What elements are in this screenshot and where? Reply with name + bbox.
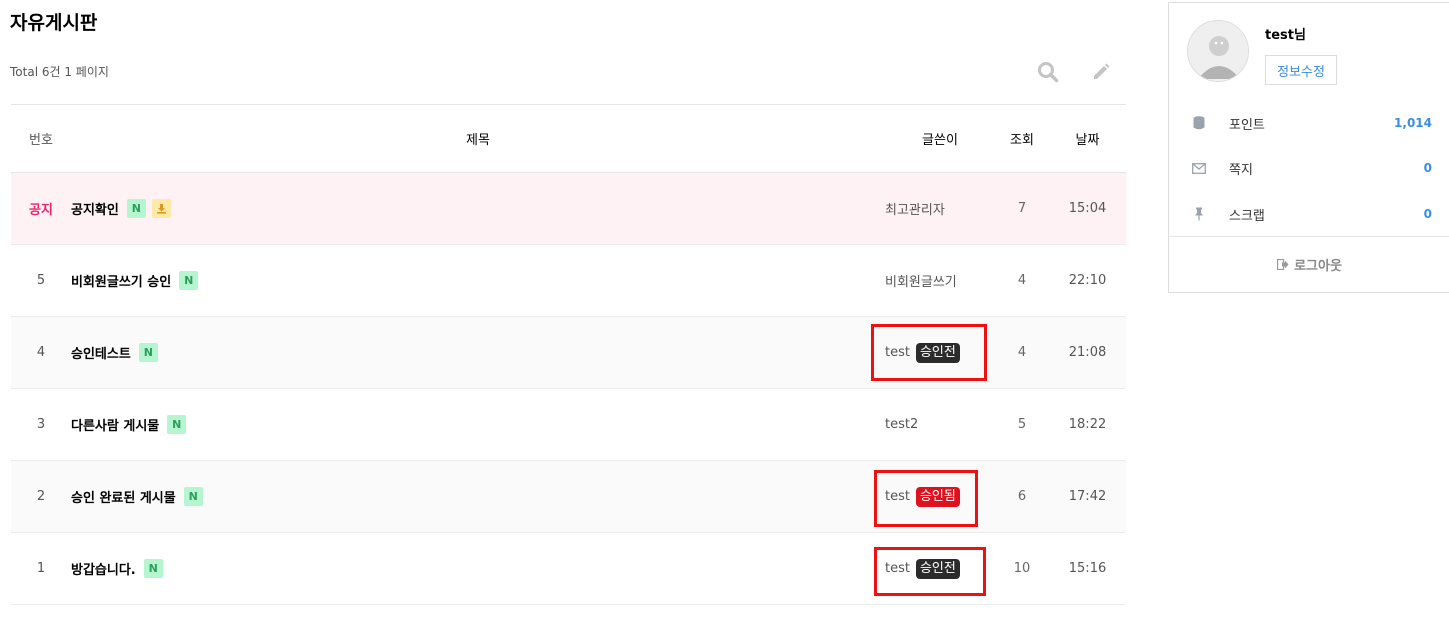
header-writer: 글쓴이 (922, 133, 958, 148)
table-row: 3 다른사람 게시물 N test2 5 18:22 (11, 389, 1126, 461)
new-badge: N (167, 415, 187, 434)
post-title-link[interactable]: 방갑습니다. (71, 559, 136, 578)
post-title-link[interactable]: 다른사람 게시물 (71, 415, 159, 434)
table-row-notice: 공지 공지확인 N 최고관리자 7 15:04 (11, 173, 1126, 245)
stat-label: 스크랩 (1229, 208, 1265, 224)
stat-value: 0 (1423, 161, 1432, 175)
logout-button[interactable]: 로그아웃 (1169, 255, 1449, 274)
writer-name[interactable]: test (885, 489, 910, 504)
stat-label: 포인트 (1229, 117, 1265, 133)
header-date: 날짜 (1075, 133, 1100, 148)
user-name: test님 (1265, 28, 1306, 43)
table-header: 번호 제목 글쓴이 조회 날짜 (11, 105, 1126, 173)
post-date: 15:04 (1068, 201, 1107, 216)
side-divider (1169, 236, 1449, 237)
hit-count: 5 (1017, 417, 1027, 432)
new-badge: N (126, 199, 146, 218)
write-button[interactable] (1087, 58, 1115, 86)
stat-memo[interactable]: 쪽지 0 (1169, 153, 1449, 183)
pin-icon (1195, 207, 1203, 221)
stat-scrap[interactable]: 스크랩 0 (1169, 199, 1449, 229)
hit-count: 7 (1017, 201, 1027, 216)
member-panel: test님 정보수정 포인트 1,014 쪽지 0 스크랩 0 로그아웃 (1168, 2, 1449, 293)
post-num: 4 (36, 345, 46, 360)
post-date: 21:08 (1068, 345, 1107, 360)
post-date: 15:16 (1068, 561, 1107, 576)
post-title-link[interactable]: 공지확인 (71, 199, 119, 218)
table-row: 4 승인테스트 N test 승인전 4 21:08 (11, 317, 1126, 389)
edit-profile-button[interactable]: 정보수정 (1265, 55, 1337, 85)
header-hits: 조회 (1010, 133, 1034, 148)
default-avatar-icon (1188, 21, 1248, 81)
download-icon (151, 199, 171, 218)
writer-name[interactable]: 비회원글쓰기 (885, 271, 957, 290)
post-title-link[interactable]: 비회원글쓰기 승인 (71, 271, 171, 290)
writer-name[interactable]: test (885, 345, 910, 360)
search-button[interactable] (1034, 58, 1062, 86)
status-badge-pending: 승인전 (915, 342, 960, 363)
writer-name[interactable]: 최고관리자 (885, 199, 945, 218)
sign-out-icon (1277, 259, 1289, 270)
status-badge-approved: 승인됨 (915, 486, 960, 507)
logout-label: 로그아웃 (1294, 259, 1342, 274)
post-date: 18:22 (1068, 417, 1107, 432)
stat-point[interactable]: 포인트 1,014 (1169, 108, 1449, 138)
header-title: 제목 (466, 133, 490, 148)
header-num: 번호 (29, 133, 53, 148)
database-icon (1193, 116, 1205, 130)
post-num: 1 (36, 561, 46, 576)
post-date: 22:10 (1068, 273, 1107, 288)
post-title-link[interactable]: 승인테스트 (71, 343, 131, 362)
post-num: 2 (36, 489, 46, 504)
hit-count: 10 (1013, 561, 1031, 576)
new-badge: N (138, 343, 158, 362)
new-badge: N (183, 487, 203, 506)
writer-name[interactable]: test (885, 561, 910, 576)
hit-count: 4 (1017, 345, 1027, 360)
table-row: 2 승인 완료된 게시물 N test 승인됨 6 17:42 (11, 461, 1126, 533)
hit-count: 4 (1017, 273, 1027, 288)
notice-label: 공지 (29, 203, 53, 218)
post-num: 5 (36, 273, 46, 288)
table-row: 1 방갑습니다. N test 승인전 10 15:16 (11, 533, 1126, 605)
table-row: 5 비회원글쓰기 승인 N 비회원글쓰기 4 22:10 (11, 245, 1126, 317)
avatar[interactable] (1187, 20, 1249, 82)
new-badge: N (179, 271, 199, 290)
envelope-icon (1192, 162, 1206, 174)
writer-name[interactable]: test2 (885, 417, 918, 432)
stat-value: 0 (1423, 207, 1432, 221)
post-title-link[interactable]: 승인 완료된 게시물 (71, 487, 176, 506)
stat-value: 1,014 (1394, 116, 1432, 130)
hit-count: 6 (1017, 489, 1027, 504)
board-title: 자유게시판 (10, 12, 98, 34)
new-badge: N (143, 559, 163, 578)
pencil-icon (1094, 63, 1110, 79)
board-total: Total 6건 1 페이지 (10, 65, 109, 79)
post-num: 3 (36, 417, 46, 432)
board-table: 번호 제목 글쓴이 조회 날짜 공지 공지확인 N 최고관리자 7 15:04 … (11, 104, 1126, 605)
stat-label: 쪽지 (1229, 162, 1253, 178)
status-badge-pending: 승인전 (915, 558, 960, 579)
search-icon (1038, 62, 1059, 83)
post-date: 17:42 (1068, 489, 1107, 504)
